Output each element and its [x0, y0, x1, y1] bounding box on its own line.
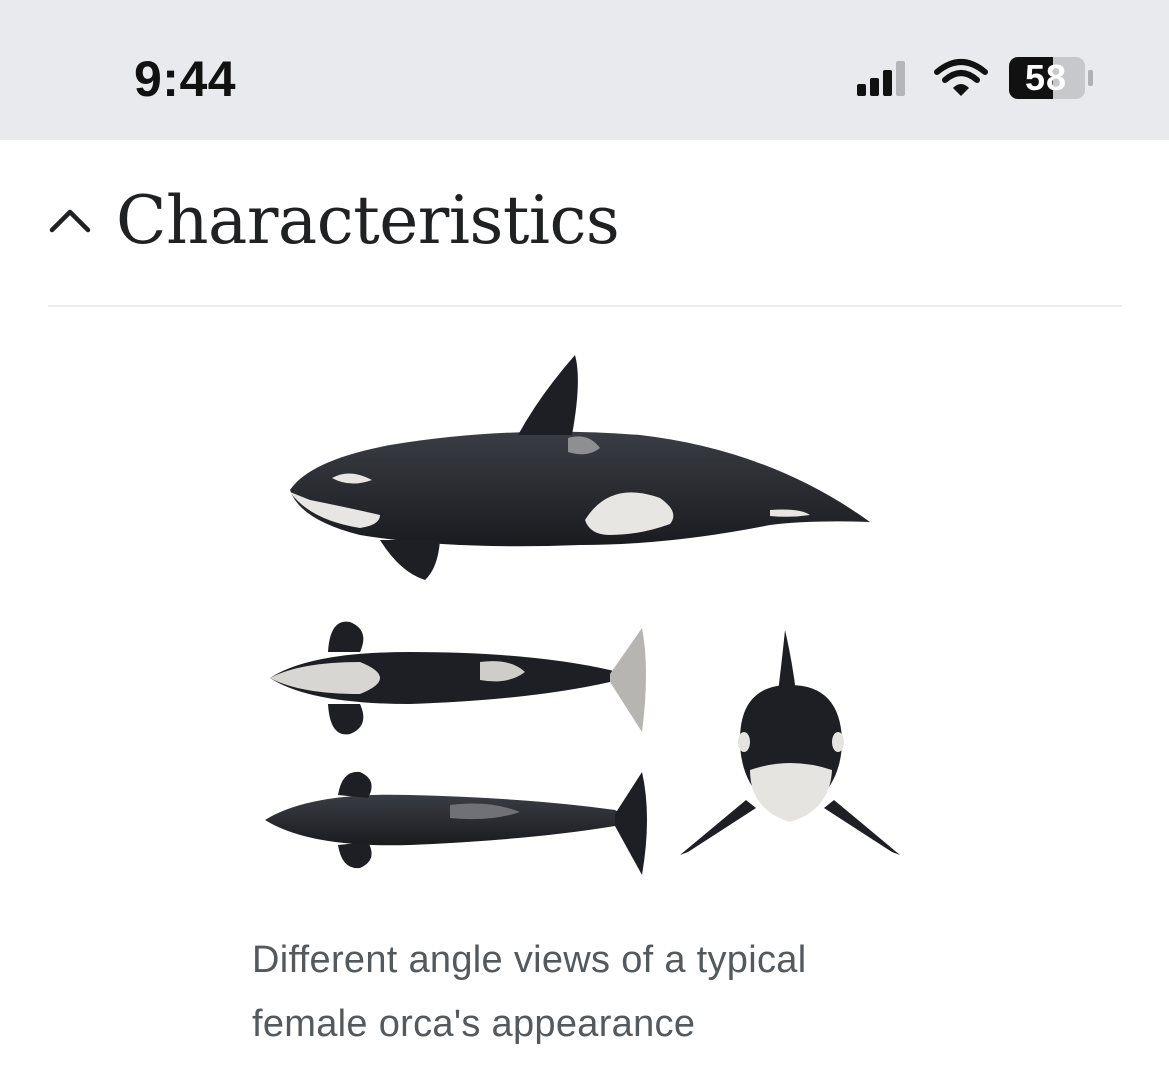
status-bar: 9:44 58	[0, 0, 1169, 140]
orca-front-view	[680, 630, 900, 855]
figure-caption: Different angle views of a typical femal…	[252, 939, 807, 1045]
wifi-icon	[934, 59, 988, 96]
battery-level-text: 58	[1024, 57, 1068, 98]
section-header[interactable]: Characteristics	[46, 175, 1122, 265]
chevron-up-icon[interactable]	[46, 200, 94, 240]
orca-top-view	[270, 621, 646, 735]
section-divider	[48, 305, 1122, 307]
status-time: 9:44	[134, 51, 237, 107]
signal-icon	[857, 61, 905, 96]
orca-bottom-view	[265, 771, 647, 875]
orca-side-view	[290, 355, 870, 580]
orca-views-image	[265, 355, 900, 875]
section-title: Characteristics	[116, 181, 620, 259]
